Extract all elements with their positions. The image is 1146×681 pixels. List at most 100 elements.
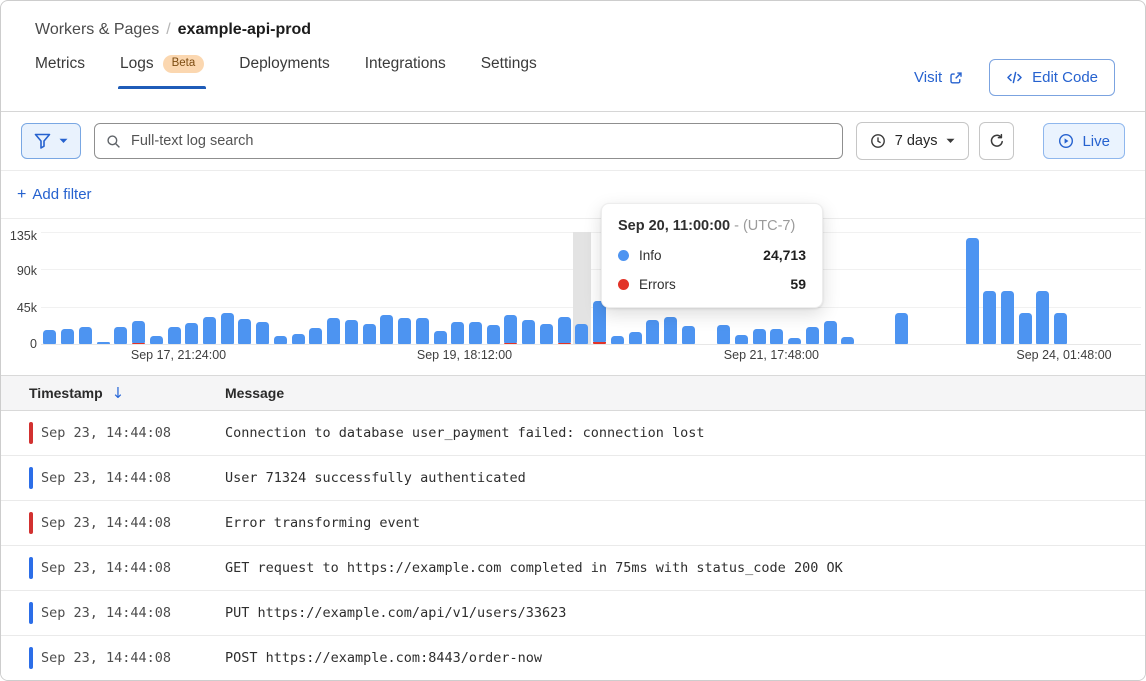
chart-bar[interactable] — [449, 232, 467, 344]
chart-bar[interactable] — [892, 232, 910, 344]
chart-bar[interactable] — [41, 232, 59, 344]
tab-settings[interactable]: Settings — [481, 55, 537, 89]
tooltip-info-label: Info — [639, 248, 662, 263]
chart-bar[interactable] — [183, 232, 201, 344]
breadcrumb-workers-pages[interactable]: Workers & Pages — [35, 21, 159, 39]
live-button[interactable]: Live — [1043, 123, 1125, 159]
chart-bar[interactable] — [821, 232, 839, 344]
chart-tooltip: Sep 20, 11:00:00 - (UTC-7) Info 24,713 E… — [601, 203, 823, 308]
filter-toolbar: 7 days Live — [1, 112, 1145, 171]
chart-bar[interactable] — [236, 232, 254, 344]
log-level-indicator — [29, 602, 33, 624]
chart-bar[interactable] — [289, 232, 307, 344]
tab-metrics[interactable]: Metrics — [35, 55, 85, 89]
tab-logs[interactable]: Logs Beta — [120, 55, 204, 89]
chart-bar[interactable] — [360, 232, 378, 344]
plus-icon: + — [17, 186, 26, 204]
tooltip-info-row: Info 24,713 — [618, 247, 806, 263]
add-filter-link[interactable]: + Add filter — [17, 186, 92, 204]
chart-bar[interactable] — [112, 232, 130, 344]
chart-bar[interactable] — [1105, 232, 1123, 344]
chart-bar[interactable] — [218, 232, 236, 344]
log-message: POST https://example.com:8443/order-now — [225, 650, 542, 666]
chart-bar[interactable] — [59, 232, 77, 344]
time-range-label: 7 days — [895, 133, 938, 149]
chart-bar[interactable] — [520, 232, 538, 344]
chart-bar[interactable] — [910, 232, 928, 344]
refresh-button[interactable] — [979, 122, 1014, 160]
chart-bar[interactable] — [928, 232, 946, 344]
tab-integrations[interactable]: Integrations — [365, 55, 446, 89]
chart-bar[interactable] — [413, 232, 431, 344]
chart-plot[interactable]: Sep 17, 21:24:00Sep 19, 18:12:00Sep 21, … — [41, 232, 1141, 344]
visit-label: Visit — [914, 69, 942, 86]
search-box[interactable] — [94, 123, 843, 159]
header: Workers & Pages / example-api-prod Metri… — [1, 1, 1145, 112]
chart-bar[interactable] — [857, 232, 875, 344]
log-level-indicator — [29, 557, 33, 579]
chart-bar[interactable] — [573, 232, 591, 344]
column-header-timestamp[interactable]: Timestamp ↓ — [1, 384, 225, 402]
chart-bar[interactable] — [1123, 232, 1141, 344]
chart-bar[interactable] — [467, 232, 485, 344]
chart-bar[interactable] — [254, 232, 272, 344]
chart-bar[interactable] — [76, 232, 94, 344]
tab-deployments[interactable]: Deployments — [239, 55, 329, 89]
chart-bar[interactable] — [325, 232, 343, 344]
beta-badge: Beta — [163, 55, 205, 73]
chart-bar[interactable] — [431, 232, 449, 344]
tooltip-info-value: 24,713 — [763, 247, 806, 263]
chart-bar[interactable] — [201, 232, 219, 344]
edit-code-button[interactable]: Edit Code — [989, 59, 1115, 96]
log-level-indicator — [29, 467, 33, 489]
chart-bar[interactable] — [307, 232, 325, 344]
search-input[interactable] — [129, 132, 831, 150]
chart-bar[interactable] — [165, 232, 183, 344]
table-row[interactable]: Sep 23, 14:44:08PUT https://example.com/… — [1, 591, 1145, 636]
chart-bar[interactable] — [396, 232, 414, 344]
table-row[interactable]: Sep 23, 14:44:08GET request to https://e… — [1, 546, 1145, 591]
chart-bar[interactable] — [981, 232, 999, 344]
chart-bar[interactable] — [1016, 232, 1034, 344]
filter-button[interactable] — [21, 123, 81, 159]
table-row[interactable]: Sep 23, 14:44:08POST https://example.com… — [1, 636, 1145, 681]
tooltip-timezone: (UTC-7) — [743, 218, 795, 234]
chart-bar[interactable] — [945, 232, 963, 344]
chart-bar[interactable] — [484, 232, 502, 344]
chart-bar[interactable] — [342, 232, 360, 344]
info-dot-icon — [618, 250, 629, 261]
chart-bar[interactable] — [839, 232, 857, 344]
chart-bar[interactable] — [272, 232, 290, 344]
table-header: Timestamp ↓ Message — [1, 375, 1145, 411]
column-header-message: Message — [225, 385, 284, 401]
search-icon — [106, 134, 121, 149]
visit-link[interactable]: Visit — [914, 69, 963, 86]
tooltip-errors-row: Errors 59 — [618, 276, 806, 292]
table-row[interactable]: Sep 23, 14:44:08User 71324 successfully … — [1, 456, 1145, 501]
x-axis-label: Sep 17, 21:24:00 — [131, 348, 226, 362]
breadcrumb-separator: / — [166, 21, 170, 39]
chart-bar[interactable] — [1052, 232, 1070, 344]
table-row[interactable]: Sep 23, 14:44:08Connection to database u… — [1, 411, 1145, 456]
chart-bar[interactable] — [963, 232, 981, 344]
add-filter-row: + Add filter — [1, 171, 1145, 219]
chart-bar[interactable] — [875, 232, 893, 344]
chart-bars — [41, 232, 1141, 344]
chart-bar[interactable] — [147, 232, 165, 344]
clock-icon — [870, 133, 886, 149]
chart-bar[interactable] — [555, 232, 573, 344]
chart-bar[interactable] — [1087, 232, 1105, 344]
chart-bar[interactable] — [502, 232, 520, 344]
table-row[interactable]: Sep 23, 14:44:08Error transforming event — [1, 501, 1145, 546]
chart-bar[interactable] — [1034, 232, 1052, 344]
chart-bar[interactable] — [1070, 232, 1088, 344]
tooltip-errors-label: Errors — [639, 277, 676, 292]
chart-bar[interactable] — [999, 232, 1017, 344]
chart-bar[interactable] — [94, 232, 112, 344]
time-range-dropdown[interactable]: 7 days — [856, 122, 970, 160]
log-level-indicator — [29, 512, 33, 534]
chart-bar[interactable] — [130, 232, 148, 344]
chart-bar[interactable] — [378, 232, 396, 344]
live-label: Live — [1082, 133, 1110, 150]
chart-bar[interactable] — [538, 232, 556, 344]
